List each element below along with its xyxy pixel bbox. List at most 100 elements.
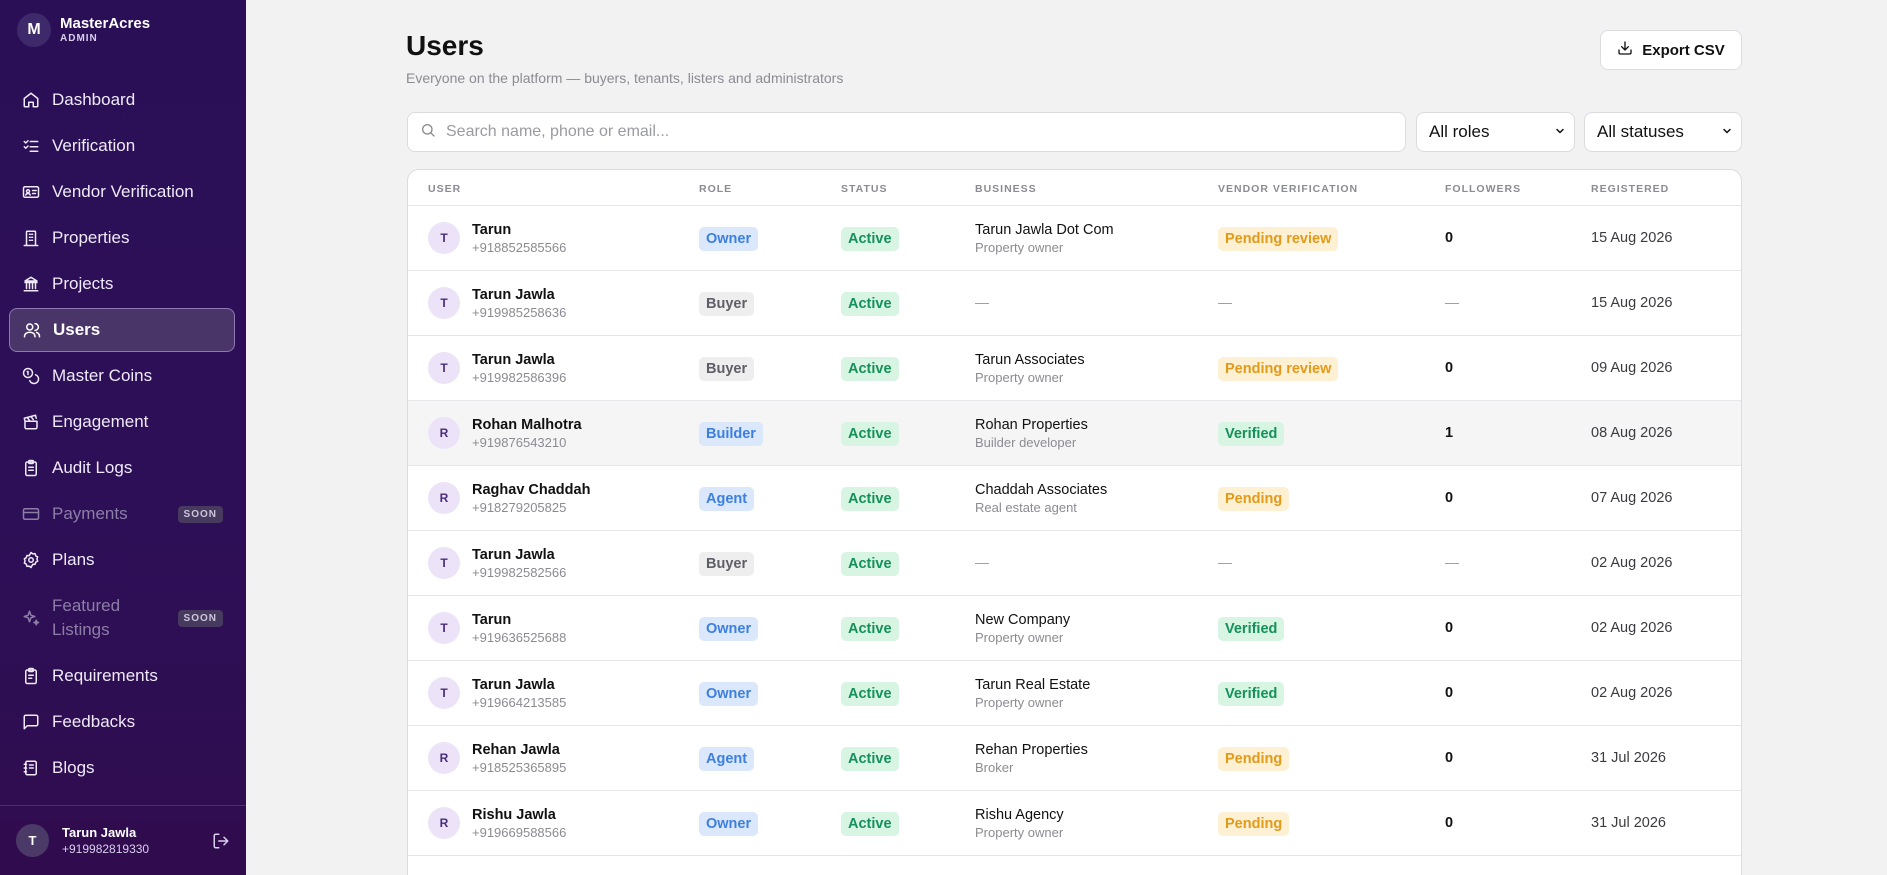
vendor-verification-badge: Pending [1218,747,1290,771]
user-name: Tarun [472,612,512,628]
export-csv-label: Export CSV [1642,41,1725,59]
user-name: Tarun Jawla [472,287,555,303]
column-header-followers[interactable]: FOLLOWERS [1445,183,1521,195]
notebook-icon [22,759,40,777]
followers-count: 1 [1445,425,1454,441]
followers-count: — [1445,554,1459,570]
avatar: T [428,677,460,709]
column-header-status[interactable]: STATUS [841,183,887,195]
table-row[interactable]: T Tarun Jawla +919982582566 Buyer Active… [408,531,1741,596]
sidebar-item-master-coins[interactable]: Master Coins [9,354,235,398]
sidebar-item-vendor-verification[interactable]: Vendor Verification [9,170,235,214]
sidebar-item-projects[interactable]: Projects [9,262,235,306]
role-badge: Agent [699,747,755,771]
status-badge: Active [841,422,899,446]
page-subtitle: Everyone on the platform — buyers, tenan… [406,70,844,86]
business-type: Property owner [975,370,1064,385]
badge-icon [22,551,40,569]
export-csv-button[interactable]: Export CSV [1600,30,1742,70]
vendor-verification-badge: Pending [1218,812,1290,836]
search-input[interactable] [446,123,1346,141]
status-filter-select[interactable]: All statuses [1584,112,1742,152]
followers-count: 0 [1445,620,1454,636]
sidebar-item-properties[interactable]: Properties [9,216,235,260]
vendor-verification-badge: Verified [1218,617,1285,641]
avatar: R [428,807,460,839]
registered-date: 02 Aug 2026 [1591,555,1673,571]
soon-badge: SOON [177,609,223,627]
column-header-vendor-verification[interactable]: VENDOR VERIFICATION [1218,183,1358,195]
table-row[interactable]: R Rehan Jawla +918525365895 Agent Active… [408,726,1741,791]
checklist-icon [22,137,40,155]
followers-count: 0 [1445,750,1454,766]
sidebar-item-verification[interactable]: Verification [9,124,235,168]
clipboard-list-icon [22,667,40,685]
table-row[interactable]: R Rishu Jawla +919669588566 Owner Active… [408,791,1741,856]
column-header-business[interactable]: BUSINESS [975,183,1037,195]
table-row[interactable]: T Tarun Jawla +919982586396 Buyer Active… [408,336,1741,401]
user-phone: +919669588566 [472,825,567,840]
column-header-user[interactable]: USER [428,183,461,195]
table-row[interactable]: T Tarun +919636525688 Owner Active New C… [408,596,1741,661]
home-icon [22,91,40,109]
role-badge: Owner [699,682,759,706]
sidebar-item-dashboard[interactable]: Dashboard [9,78,235,122]
sidebar-item-featured-listings[interactable]: Featured Listings SOON [9,590,235,646]
sidebar-item-label: Plans [52,550,95,569]
sidebar-item-engagement[interactable]: Engagement [9,400,235,444]
sidebar-item-requirements[interactable]: Requirements [9,654,235,698]
sidebar-item-label: Users [53,320,101,339]
sidebar-item-label: Requirements [52,666,158,685]
status-badge: Active [841,682,899,706]
table-row[interactable]: T Tarun Jawla +919664213585 Owner Active… [408,661,1741,726]
sidebar-divider [0,805,246,806]
page-title: Users [406,30,484,61]
role-badge: Buyer [699,357,755,381]
sidebar-item-audit-logs[interactable]: Audit Logs [9,446,235,490]
avatar: R [428,482,460,514]
user-phone: +919985258636 [472,305,567,320]
sidebar-item-feedbacks[interactable]: Feedbacks [9,700,235,744]
brand-name: MasterAcres [60,15,151,32]
business-name: — [975,294,989,310]
avatar: T [428,287,460,319]
brand-subtitle: ADMIN [60,33,98,44]
role-filter-select[interactable]: All roles [1416,112,1575,152]
landmark-icon [22,275,40,293]
logout-icon[interactable] [212,832,230,850]
sidebar-item-label: Audit Logs [52,458,133,477]
registered-date: 07 Aug 2026 [1591,490,1673,506]
sidebar-item-blogs[interactable]: Blogs [9,746,235,790]
sidebar-item-payments[interactable]: Payments SOON [9,492,235,536]
table-row[interactable]: T Tarun +918852585566 Owner Active Tarun… [408,206,1741,271]
business-type: Real estate agent [975,500,1077,515]
coins-icon [22,367,40,385]
registered-date: 08 Aug 2026 [1591,425,1673,441]
sidebar-item-label: Verification [52,136,136,155]
table-row[interactable]: R Rohan Malhotra +919876543210 Builder A… [408,401,1741,466]
status-badge: Active [841,747,899,771]
table-row[interactable]: T Tarun Jawla +919985258636 Buyer Active… [408,271,1741,336]
sidebar-item-label: Engagement [52,412,149,431]
clipboard-icon [22,459,40,477]
sidebar-item-plans[interactable]: Plans [9,538,235,582]
role-badge: Owner [699,617,759,641]
brand[interactable]: M MasterAcres ADMIN [17,13,150,47]
download-icon [1617,40,1642,60]
business-name: Tarun Real Estate [975,677,1091,693]
sidebar-item-users[interactable]: Users [9,308,235,352]
registered-date: 31 Jul 2026 [1591,750,1666,766]
sidebar-item-label: Master Coins [52,366,153,385]
sidebar-item-label: Projects [52,274,114,293]
users-table: USER ROLE STATUS BUSINESS VENDOR VERIFIC… [407,169,1742,875]
sidebar-item-label: Blogs [52,758,95,777]
brand-logo: M [17,13,51,47]
status-badge: Active [841,357,899,381]
followers-count: 0 [1445,230,1454,246]
followers-count: 0 [1445,685,1454,701]
column-header-registered[interactable]: REGISTERED [1591,183,1669,195]
column-header-role[interactable]: ROLE [699,183,732,195]
current-user: T Tarun Jawla +919982819330 [16,824,230,857]
table-row[interactable]: R Raghav Chaddah +918279205825 Agent Act… [408,466,1741,531]
business-name: New Company [975,612,1071,628]
